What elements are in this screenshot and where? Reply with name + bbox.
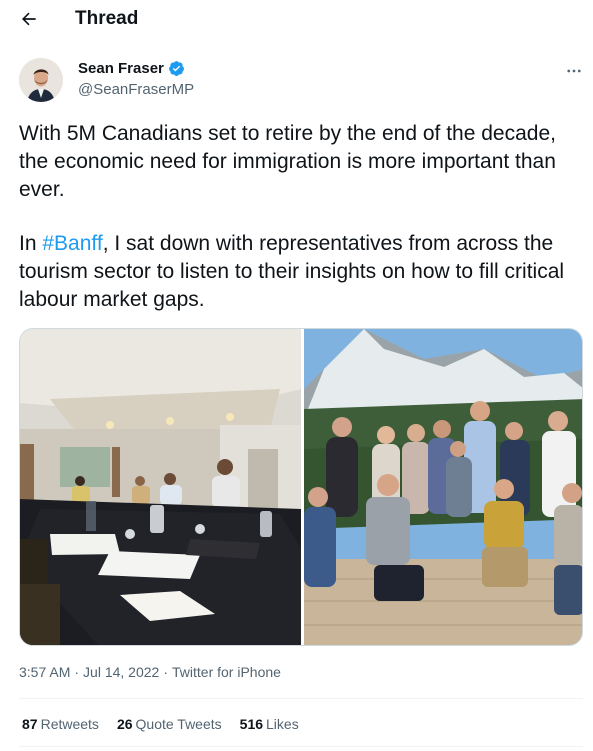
divider	[19, 746, 583, 747]
retweets-label: Retweets	[40, 716, 99, 732]
arrow-left-icon	[22, 12, 36, 26]
avatar[interactable]	[19, 58, 63, 102]
tweet-meta: 3:57 AM · Jul 14, 2022 · Twitter for iPh…	[19, 664, 281, 680]
divider	[19, 698, 583, 699]
more-horizontal-icon	[567, 69, 581, 73]
tweet-stats: 87 Retweets 26 Quote Tweets 516 Likes	[22, 716, 299, 732]
thread-header: Thread	[0, 0, 593, 38]
group-photo[interactable]	[304, 329, 582, 645]
page-title: Thread	[75, 8, 139, 29]
quote-tweets-stat[interactable]: 26 Quote Tweets	[117, 716, 222, 732]
tweet-date[interactable]: Jul 14, 2022	[83, 664, 159, 680]
tweet-text-segment: In	[19, 232, 43, 255]
hashtag-link[interactable]: #Banff	[42, 232, 102, 255]
verified-badge-icon	[168, 61, 184, 76]
likes-count: 516	[239, 716, 264, 732]
tweet-paragraph: With 5M Canadians set to retire by the e…	[19, 122, 556, 201]
likes-label: Likes	[266, 716, 299, 732]
more-button[interactable]	[564, 61, 584, 81]
quote-tweets-label: Quote Tweets	[135, 716, 222, 732]
author-name[interactable]: Sean Fraser	[78, 60, 185, 77]
tweet-paragraph: In #Banff, I sat down with representativ…	[19, 230, 579, 314]
tweet-time[interactable]: 3:57 AM	[19, 664, 70, 680]
retweets-stat[interactable]: 87 Retweets	[22, 716, 99, 732]
likes-stat[interactable]: 516 Likes	[240, 716, 299, 732]
author-handle[interactable]: @SeanFraserMP	[78, 81, 194, 98]
retweets-count: 87	[22, 716, 38, 732]
back-button[interactable]	[16, 6, 42, 32]
meeting-room-photo[interactable]	[20, 329, 301, 645]
separator: ·	[74, 664, 80, 680]
tweet-media	[19, 328, 583, 646]
tweet-text: With 5M Canadians set to retire by the e…	[19, 120, 579, 340]
quote-tweets-count: 26	[116, 716, 133, 732]
tweet-source[interactable]: Twitter for iPhone	[172, 664, 281, 680]
author-name-text: Sean Fraser	[78, 60, 164, 77]
tweet-author: Sean Fraser @SeanFraserMP	[19, 58, 581, 106]
separator: ·	[163, 664, 169, 680]
